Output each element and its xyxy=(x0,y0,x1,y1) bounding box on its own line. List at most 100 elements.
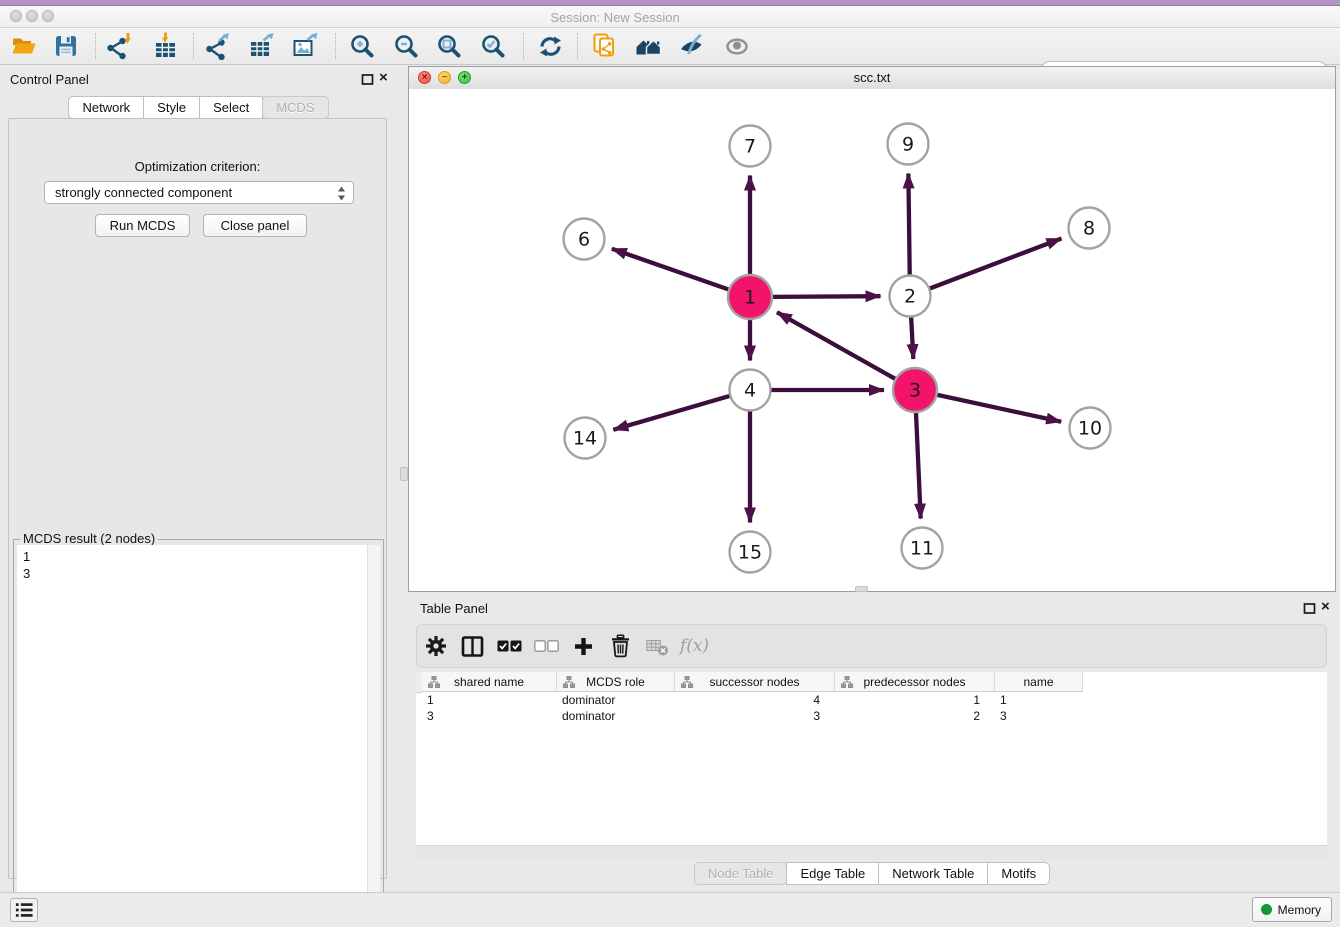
app-minimize-button[interactable] xyxy=(26,10,38,22)
tab-edge-table[interactable]: Edge Table xyxy=(786,862,879,885)
column-header-predecessor-nodes[interactable]: predecessor nodes xyxy=(835,672,995,692)
column-header-successor-nodes[interactable]: successor nodes xyxy=(675,672,835,692)
graph-edge-1-6[interactable] xyxy=(612,249,731,291)
network-window-title: scc.txt xyxy=(854,70,891,85)
graph-node-15[interactable]: 15 xyxy=(730,532,771,573)
import-network-icon[interactable] xyxy=(103,30,135,62)
toolbar-separator xyxy=(95,33,96,59)
graph-edge-2-8[interactable] xyxy=(927,238,1061,289)
import-table-icon[interactable] xyxy=(150,30,182,62)
graph-node-8[interactable]: 8 xyxy=(1069,208,1110,249)
run-mcds-button[interactable]: Run MCDS xyxy=(95,214,190,237)
export-table-icon[interactable] xyxy=(246,30,278,62)
close-panel-icon[interactable]: × xyxy=(1321,598,1330,616)
graph-node-14[interactable]: 14 xyxy=(565,418,606,459)
export-image-icon[interactable] xyxy=(290,30,322,62)
graph-node-4[interactable]: 4 xyxy=(730,370,771,411)
optimization-criterion-label: Optimization criterion: xyxy=(9,159,386,174)
table-row[interactable]: 3dominator323 xyxy=(422,708,1083,724)
cell-successor-nodes[interactable]: 4 xyxy=(675,692,835,708)
open-folder-icon[interactable] xyxy=(8,30,40,62)
table-row[interactable]: 1dominator411 xyxy=(422,692,1083,708)
tab-style[interactable]: Style xyxy=(143,96,200,119)
tab-select[interactable]: Select xyxy=(199,96,263,119)
window-minimize-icon[interactable]: − xyxy=(438,71,451,84)
graph-edge-4-14[interactable] xyxy=(613,395,732,430)
network-graph[interactable]: 7 9 6 8 1 2 4 3 14 10 15 11 xyxy=(409,89,1335,591)
zoom-selected-icon[interactable] xyxy=(477,30,509,62)
memory-button[interactable]: Memory xyxy=(1252,897,1332,922)
graph-node-11[interactable]: 11 xyxy=(902,528,943,569)
cell-name[interactable]: 3 xyxy=(995,708,1083,724)
delete-column-icon[interactable] xyxy=(602,628,639,664)
graph-edge-3-11[interactable] xyxy=(916,410,921,519)
app-zoom-button[interactable] xyxy=(42,10,54,22)
float-panel-icon[interactable] xyxy=(361,73,374,86)
node-table[interactable]: shared nameMCDS rolesuccessor nodesprede… xyxy=(416,672,1327,845)
graph-edge-3-1[interactable] xyxy=(777,312,898,380)
graph-node-3[interactable]: 3 xyxy=(893,368,937,412)
close-panel-icon[interactable]: × xyxy=(379,69,388,87)
tab-network-table[interactable]: Network Table xyxy=(878,862,988,885)
refresh-layout-icon[interactable] xyxy=(534,30,566,62)
window-zoom-icon[interactable]: + xyxy=(458,71,471,84)
column-header-MCDS-role[interactable]: MCDS role xyxy=(557,672,675,692)
criterion-select[interactable]: strongly connected component xyxy=(44,181,354,204)
column-header-name[interactable]: name xyxy=(995,672,1083,692)
save-session-icon[interactable] xyxy=(50,30,82,62)
graph-node-label: 4 xyxy=(744,380,756,402)
zoom-fit-icon[interactable] xyxy=(433,30,465,62)
window-close-icon[interactable]: × xyxy=(418,71,431,84)
cell-successor-nodes[interactable]: 3 xyxy=(675,708,835,724)
zoom-out-icon[interactable] xyxy=(390,30,422,62)
graph-node-9[interactable]: 9 xyxy=(888,124,929,165)
column-header-shared-name[interactable]: shared name xyxy=(422,672,557,692)
tab-mcds[interactable]: MCDS xyxy=(262,96,328,119)
show-graphics-details-icon[interactable] xyxy=(721,30,753,62)
mcds-result-list[interactable]: 1 3 xyxy=(17,545,380,912)
graph-node-1[interactable]: 1 xyxy=(728,275,772,319)
add-column-icon[interactable] xyxy=(565,628,602,664)
graph-node-7[interactable]: 7 xyxy=(730,126,771,167)
tab-network[interactable]: Network xyxy=(68,96,144,119)
cell-shared-name[interactable]: 3 xyxy=(422,708,557,724)
table-tabs: Node TableEdge TableNetwork TableMotifs xyxy=(408,862,1336,885)
vertical-scrollbar[interactable] xyxy=(367,545,380,902)
clone-network-icon[interactable] xyxy=(589,30,621,62)
network-canvas[interactable]: 7 9 6 8 1 2 4 3 14 10 15 11 xyxy=(409,89,1335,591)
cell-name[interactable]: 1 xyxy=(995,692,1083,708)
home-pages-icon[interactable] xyxy=(633,30,665,62)
graph-edge-2-3[interactable] xyxy=(911,314,913,359)
graph-edge-2-9[interactable] xyxy=(908,173,909,277)
cell-predecessor-nodes[interactable]: 2 xyxy=(835,708,995,724)
main-toolbar xyxy=(0,28,1340,65)
cell-MCDS-role[interactable]: dominator xyxy=(557,708,675,724)
show-columns-icon[interactable] xyxy=(454,628,491,664)
graph-edge-3-10[interactable] xyxy=(935,394,1062,421)
network-window-titlebar[interactable]: × − + scc.txt xyxy=(409,67,1335,90)
close-panel-button[interactable]: Close panel xyxy=(203,214,307,237)
graph-node-10[interactable]: 10 xyxy=(1070,408,1111,449)
hide-graphics-details-icon[interactable] xyxy=(676,30,708,62)
select-all-checkboxes-icon[interactable] xyxy=(491,628,528,664)
settings-gear-icon[interactable] xyxy=(417,628,454,664)
float-panel-icon[interactable] xyxy=(1303,602,1316,615)
deselect-all-checkboxes-icon[interactable] xyxy=(528,628,565,664)
app-close-button[interactable] xyxy=(10,10,22,22)
graph-node-6[interactable]: 6 xyxy=(564,219,605,260)
cell-MCDS-role[interactable]: dominator xyxy=(557,692,675,708)
splitter-grip-vertical[interactable] xyxy=(400,467,408,481)
graph-edge-1-2[interactable] xyxy=(770,296,881,297)
splitter-grip-horizontal[interactable] xyxy=(855,586,868,592)
export-network-icon[interactable] xyxy=(202,30,234,62)
cell-shared-name[interactable]: 1 xyxy=(422,692,557,708)
tab-motifs[interactable]: Motifs xyxy=(987,862,1050,885)
zoom-in-icon[interactable] xyxy=(346,30,378,62)
task-history-button[interactable] xyxy=(10,898,38,922)
graph-node-2[interactable]: 2 xyxy=(890,276,931,317)
graph-node-label: 3 xyxy=(909,380,921,402)
status-bar: Memory xyxy=(0,892,1340,927)
fx-label: f(x) xyxy=(680,636,709,656)
tab-node-table[interactable]: Node Table xyxy=(694,862,788,885)
cell-predecessor-nodes[interactable]: 1 xyxy=(835,692,995,708)
